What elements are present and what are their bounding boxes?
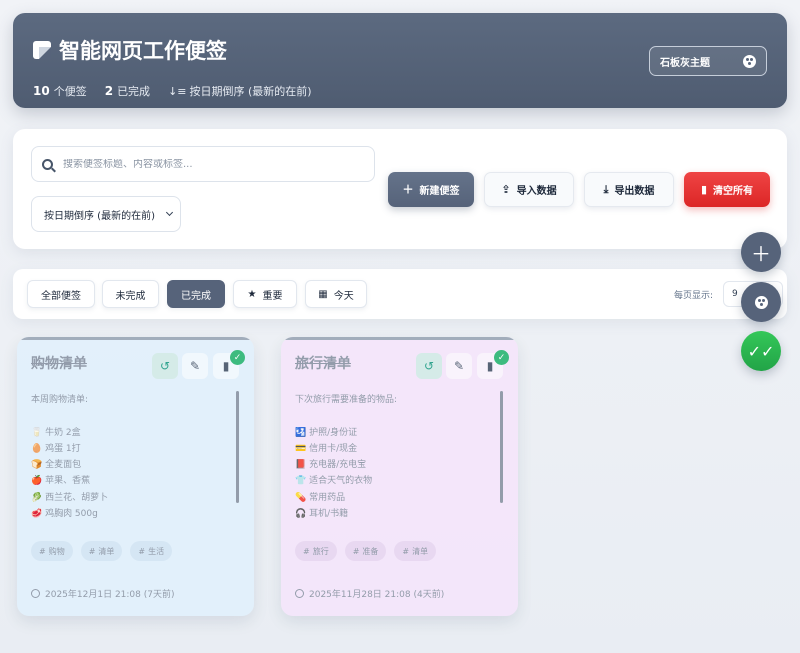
undo-icon: ↺: [423, 359, 435, 373]
filter-incomplete[interactable]: 未完成: [102, 280, 159, 308]
palette-icon: [754, 295, 768, 309]
tag[interactable]: # 清单: [394, 541, 437, 561]
app-title: 智能网页工作便签: [33, 35, 227, 65]
tag[interactable]: # 准备: [344, 541, 387, 561]
calendar-icon: ▦: [318, 288, 328, 300]
note-card[interactable]: 旅行清单 ↺ ✎ ▮ ✓ 下次旅行需要准备的物品: 🛂 护照/身份证 💳 信用卡…: [281, 337, 518, 616]
control-panel: 按日期倒序 (最新的在前) ＋ 新建便签 ⇪ 导入数据 ⤓ 导出数据 ▮ 清空所…: [13, 129, 787, 249]
search-input[interactable]: [63, 158, 364, 170]
completed-check-icon: ✓: [494, 350, 509, 365]
clock-icon: [31, 589, 40, 598]
filter-important[interactable]: ★ 重要: [233, 280, 297, 308]
clear-all-button[interactable]: ▮ 清空所有: [684, 172, 770, 207]
filter-completed[interactable]: 已完成: [167, 280, 225, 308]
undo-button[interactable]: ↺: [416, 353, 442, 379]
chevron-down-icon: [165, 208, 174, 217]
note-date: 2025年12月1日 21:08 (7天前): [31, 587, 175, 600]
note-title: 购物清单: [31, 356, 87, 372]
tag[interactable]: # 旅行: [295, 541, 337, 561]
undo-icon: ↺: [159, 359, 171, 373]
stat-completed: 2 已完成: [104, 84, 151, 98]
tag[interactable]: # 清单: [80, 541, 123, 561]
import-button[interactable]: ⇪ 导入数据: [484, 172, 574, 207]
tag[interactable]: # 生活: [130, 541, 173, 561]
new-note-button[interactable]: ＋ 新建便签: [388, 172, 474, 207]
note-content: 下次旅行需要准备的物品: 🛂 护照/身份证 💳 信用卡/现金 📕 充电器/充电宝…: [295, 395, 398, 520]
sticky-note-icon: [33, 41, 51, 59]
undo-button[interactable]: ↺: [152, 353, 178, 379]
tag[interactable]: # 购物: [31, 541, 73, 561]
fab-completed-button[interactable]: ✓✓: [741, 331, 781, 371]
edit-icon: ✎: [453, 359, 465, 373]
search-box[interactable]: [31, 146, 375, 182]
export-button[interactable]: ⤓ 导出数据: [584, 172, 674, 207]
theme-button[interactable]: 石板灰主题: [649, 46, 767, 76]
edit-icon: ✎: [189, 359, 201, 373]
clock-icon: [295, 589, 304, 598]
sort-select-value: 按日期倒序 (最新的在前): [44, 210, 155, 222]
filter-today[interactable]: ▦ 今天: [305, 280, 367, 308]
double-check-icon: ✓✓: [747, 341, 775, 361]
edit-button[interactable]: ✎: [182, 353, 208, 379]
note-tags: # 购物 # 清单 # 生活: [31, 541, 173, 561]
per-page-label: 每页显示:: [674, 291, 714, 301]
filter-all[interactable]: 全部便签: [27, 280, 95, 308]
fab-add-button[interactable]: ＋: [741, 232, 781, 272]
edit-button[interactable]: ✎: [446, 353, 472, 379]
palette-icon: [743, 54, 756, 68]
note-content: 本周购物清单: 🥛 牛奶 2盒 🥚 鸡蛋 1打 🍞 全麦面包 🍎 苹果、香蕉 🥬…: [31, 395, 109, 520]
scrollbar[interactable]: [236, 391, 239, 503]
stat-total: 10 个便签: [33, 84, 87, 98]
app-title-text: 智能网页工作便签: [59, 39, 227, 63]
header-stats: 10 个便签 2 已完成 ↓≡ 按日期倒序 (最新的在前): [33, 83, 312, 99]
plus-icon: ＋: [402, 183, 414, 196]
completed-check-icon: ✓: [230, 350, 245, 365]
sort-desc-icon: ↓≡: [168, 85, 187, 98]
fab-theme-button[interactable]: [741, 282, 781, 322]
note-date: 2025年11月28日 21:08 (4天前): [295, 587, 444, 600]
note-title: 旅行清单: [295, 356, 351, 372]
note-card[interactable]: 购物清单 ↺ ✎ ▮ ✓ 本周购物清单: 🥛 牛奶 2盒 🥚 鸡蛋 1打 🍞 全…: [17, 337, 254, 616]
sort-select[interactable]: 按日期倒序 (最新的在前): [31, 196, 181, 232]
star-icon: ★: [247, 288, 257, 300]
upload-icon: ⇪: [501, 183, 511, 196]
plus-icon: ＋: [751, 241, 771, 266]
stat-sort: ↓≡ 按日期倒序 (最新的在前): [168, 85, 312, 98]
trash-icon: ▮: [222, 359, 230, 373]
note-tags: # 旅行 # 准备 # 清单: [295, 541, 437, 561]
trash-icon: ▮: [700, 183, 708, 196]
search-icon: [42, 158, 53, 170]
trash-icon: ▮: [486, 359, 494, 373]
scrollbar[interactable]: [500, 391, 503, 503]
download-icon: ⤓: [603, 183, 609, 196]
theme-label: 石板灰主题: [660, 57, 710, 69]
app-header: 智能网页工作便签 10 个便签 2 已完成 ↓≡ 按日期倒序 (最新的在前) 石板灰主…: [13, 13, 787, 108]
filter-bar: 全部便签 未完成 已完成 ★ 重要 ▦ 今天 每页显示: 9: [13, 269, 787, 319]
